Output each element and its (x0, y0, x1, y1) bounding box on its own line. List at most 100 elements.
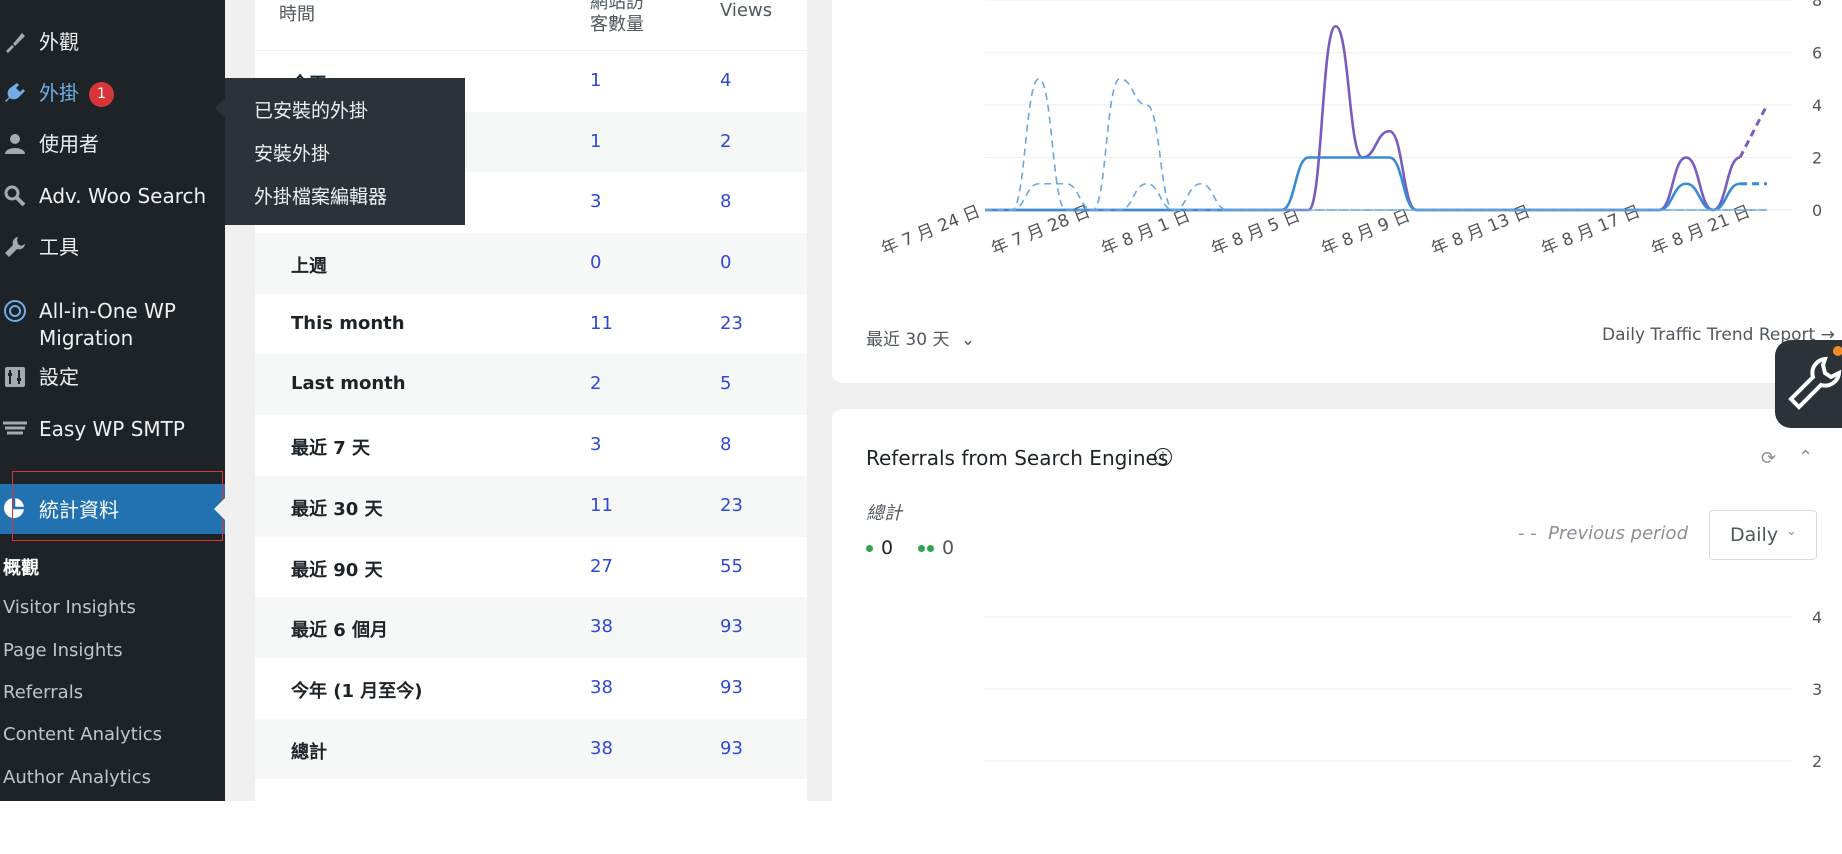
visitors-link[interactable]: 38 (590, 677, 613, 698)
menu-label: 使用者 (39, 131, 99, 156)
visitors-link[interactable]: 1 (590, 70, 601, 91)
chevron-down-icon: ⌄ (1786, 524, 1797, 539)
tooltip-edge (0, 790, 225, 801)
visitors-link[interactable]: 3 (590, 191, 601, 212)
visitors-link[interactable]: 38 (590, 616, 613, 637)
visitors-link[interactable]: 11 (590, 495, 613, 516)
y-tick-label: 0 (1812, 201, 1822, 220)
visitors-link[interactable]: 0 (590, 252, 601, 273)
period-cell: 最近 30 天 (291, 498, 383, 520)
menu-label-line2: Migration (39, 326, 134, 350)
y-tick-label: 6 (1812, 44, 1822, 63)
x-tick-label: 年 8 月 5 日 (1208, 206, 1303, 260)
y-tick-label: 2 (1812, 752, 1822, 771)
plugin-icon (2, 80, 28, 106)
interval-select[interactable]: Daily ⌄ (1709, 510, 1817, 560)
visitors-link[interactable]: 11 (590, 313, 613, 334)
visitors-link[interactable]: 1 (590, 131, 601, 152)
series-projection-0 (1738, 104, 1769, 159)
visitors-link[interactable]: 38 (590, 738, 613, 759)
menu-label: 工具 (39, 234, 79, 259)
views-link[interactable]: 23 (720, 495, 743, 516)
x-tick-label: 年 7 月 24 日 (878, 202, 983, 260)
submenu-overview[interactable]: 概觀 (3, 554, 39, 580)
flyout-add-plugin[interactable]: 安裝外掛 (254, 139, 330, 166)
visitors-link[interactable]: 2 (590, 373, 601, 394)
date-range-select[interactable]: 最近 30 天 ⌄ (866, 325, 975, 350)
menu-label: Adv. Woo Search (39, 183, 207, 208)
table-row: 最近 30 天 11 23 (255, 475, 807, 537)
submenu-author-analytics[interactable]: Author Analytics (3, 767, 151, 788)
traffic-trend-chart: 02468年 7 月 24 日年 7 月 28 日年 8 月 1 日年 8 月 … (878, 0, 1822, 260)
submenu-content-analytics[interactable]: Content Analytics (3, 724, 162, 745)
update-count-badge: 1 (89, 81, 114, 107)
menu-item-statistics[interactable]: 統計資料 (0, 471, 225, 541)
previous-total: 0 (918, 537, 954, 559)
views-link[interactable]: 5 (720, 373, 731, 394)
period-cell: This month (291, 312, 405, 334)
menu-label: 設定 (39, 364, 79, 389)
views-link[interactable]: 2 (720, 131, 731, 152)
submenu-page-insights[interactable]: Page Insights (3, 640, 123, 661)
settings-icon (2, 364, 28, 390)
table-row: This month 11 23 (255, 293, 807, 355)
search-engine-referrals-card: 432 Referrals from Search Engines i ⟳ ⌃ … (832, 409, 1842, 801)
column-header-views: Views (720, 0, 773, 21)
views-link[interactable]: 8 (720, 434, 731, 455)
info-icon[interactable]: i (1154, 448, 1172, 466)
views-link[interactable]: 8 (720, 191, 731, 212)
migration-icon (2, 298, 28, 324)
traffic-trend-card: 02468年 7 月 24 日年 7 月 28 日年 8 月 1 日年 8 月 … (832, 0, 1842, 383)
table-row: 今年 (1 月至今) 38 93 (255, 657, 807, 719)
user-icon (2, 131, 28, 157)
period-cell: 上週 (291, 256, 327, 278)
views-link[interactable]: 93 (720, 616, 743, 637)
flyout-installed-plugins[interactable]: 已安裝的外掛 (254, 96, 368, 123)
period-cell: Last month (291, 373, 406, 395)
previous-series-dot (927, 545, 934, 552)
views-link[interactable]: 93 (720, 738, 743, 759)
views-link[interactable]: 23 (720, 313, 743, 334)
y-tick-label: 4 (1812, 96, 1822, 115)
table-row: 最近 90 天 27 55 (255, 536, 807, 598)
wrench-icon (2, 234, 28, 260)
table-row: 最近 7 天 3 8 (255, 415, 807, 476)
views-link[interactable]: 93 (720, 677, 743, 698)
focus-outline (12, 471, 223, 541)
visitors-link[interactable]: 27 (590, 556, 613, 577)
menu-label: 外掛 1 (39, 80, 114, 107)
chevron-down-icon: ⌄ (960, 330, 976, 350)
wrench-icon (1788, 356, 1842, 410)
menu-label: Easy WP SMTP (39, 416, 185, 441)
period-cell: 最近 6 個月 (291, 620, 389, 642)
current-series-dot (866, 545, 873, 552)
column-header-visitors: 網站訪 客數量 (590, 0, 644, 35)
x-tick-label: 年 8 月 1 日 (1098, 206, 1193, 260)
plugins-flyout-menu: 已安裝的外掛 安裝外掛 外掛檔案編輯器 (215, 78, 465, 225)
column-header-period: 時間 (279, 4, 315, 25)
y-tick-label: 8 (1812, 0, 1822, 10)
visitors-link[interactable]: 3 (590, 434, 601, 455)
floating-tools-button[interactable] (1775, 340, 1842, 428)
period-cell: 今年 (1 月至今) (291, 680, 423, 702)
current-total: 0 (866, 537, 893, 559)
smtp-icon (2, 416, 28, 442)
views-link[interactable]: 55 (720, 556, 743, 577)
table-row: 上週 0 0 (255, 233, 807, 294)
submenu-referrals[interactable]: Referrals (3, 682, 83, 703)
previous-series-dot (918, 545, 925, 552)
table-row: 最近 6 個月 38 93 (255, 597, 807, 658)
views-link[interactable]: 0 (720, 252, 731, 273)
series-line-0 (984, 24, 1741, 212)
views-link[interactable]: 4 (720, 70, 731, 91)
brush-icon (2, 29, 28, 55)
submenu-visitor-insights[interactable]: Visitor Insights (3, 597, 136, 618)
admin-sidebar: 外觀 外掛 1 使用者 Adv. Woo Search 工具 All-in-One… (0, 0, 225, 801)
refresh-icon[interactable]: ⟳ (1761, 448, 1776, 469)
menu-item-all-in-one-migration[interactable]: All-in-One WP Migration (0, 298, 225, 352)
collapse-icon[interactable]: ⌃ (1798, 447, 1813, 468)
flyout-plugin-file-editor[interactable]: 外掛檔案編輯器 (254, 182, 387, 209)
y-tick-label: 4 (1812, 608, 1822, 627)
search-icon (2, 183, 28, 209)
menu-label: 外觀 (39, 29, 79, 54)
